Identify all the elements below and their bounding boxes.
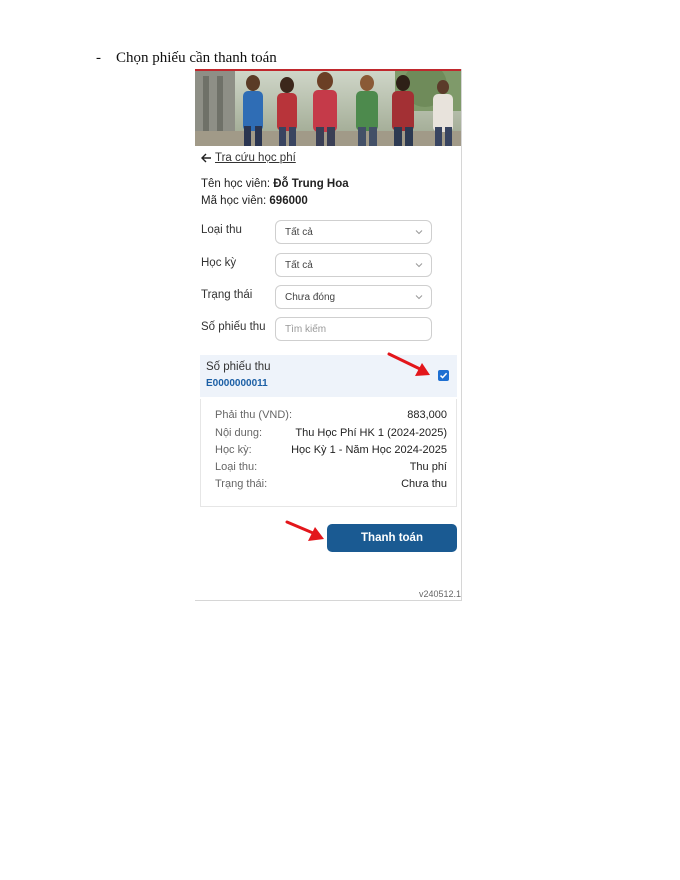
banner-photo	[195, 69, 461, 146]
receipt-header-label: Số phiếu thu	[206, 361, 271, 373]
detail-key: Nội dung:	[215, 427, 263, 439]
back-link-label: Tra cứu học phí	[215, 152, 296, 164]
red-arrow-icon	[285, 520, 324, 541]
status-select[interactable]: Chưa đóng	[275, 285, 432, 309]
status-value: Chưa đóng	[285, 292, 336, 303]
filter-label-fee-type: Loại thu	[201, 224, 242, 236]
bullet-dash: -	[96, 50, 101, 66]
bullet-text: Chọn phiếu cần thanh toán	[116, 50, 277, 66]
fee-type-value: Tất cả	[285, 227, 313, 238]
detail-value: Thu Học Phí HK 1 (2024-2025)	[295, 427, 447, 439]
app-version: v240512.1	[418, 589, 461, 599]
receipt-search-placeholder: Tìm kiếm	[285, 324, 327, 335]
chevron-down-icon	[415, 295, 423, 300]
chevron-down-icon	[415, 230, 423, 235]
fee-type-select[interactable]: Tất cả	[275, 220, 432, 244]
filter-row-semester: Học kỳ Tất cả	[201, 253, 434, 277]
phone-screenshot: Tra cứu học phí Tên học viên: Đỗ Trung H…	[195, 69, 462, 601]
student-name-label: Tên học viên:	[201, 178, 271, 190]
detail-value: Thu phí	[409, 461, 447, 473]
filter-row-status: Trạng thái Chưa đóng	[201, 285, 434, 309]
receipt-code: E0000000011	[206, 378, 268, 389]
detail-key: Phải thu (VND):	[215, 409, 293, 421]
student-id-label: Mã học viên:	[201, 195, 267, 207]
red-arrow-icon	[387, 352, 430, 376]
semester-select[interactable]: Tất cả	[275, 253, 432, 277]
filter-label-status: Trạng thái	[201, 289, 253, 301]
filter-row-receipt-number: Số phiếu thu Tìm kiếm	[201, 317, 434, 341]
detail-key: Học kỳ:	[215, 444, 252, 456]
student-name-line: Tên học viên: Đỗ Trung Hoa	[201, 178, 349, 190]
back-link[interactable]: Tra cứu học phí	[201, 152, 296, 164]
arrow-left-icon	[201, 153, 211, 163]
student-name-value: Đỗ Trung Hoa	[273, 178, 349, 190]
receipt-select-checkbox[interactable]	[438, 370, 449, 381]
students-photo-icon	[195, 71, 461, 146]
document-bullet: - Chọn phiếu cần thanh toán	[96, 50, 277, 67]
checkmark-icon	[439, 372, 448, 379]
filter-label-semester: Học kỳ	[201, 257, 237, 269]
detail-value: Học Kỳ 1 - Năm Học 2024-2025	[291, 444, 447, 456]
filter-label-receipt-number: Số phiếu thu	[201, 321, 266, 333]
detail-key: Trạng thái:	[215, 478, 268, 490]
detail-key: Loại thu:	[215, 461, 258, 473]
filter-row-fee-type: Loại thu Tất cả	[201, 220, 434, 244]
student-id-value: 696000	[269, 195, 308, 207]
receipt-details: Phải thu (VND): 883,000 Nội dung: Thu Họ…	[200, 399, 457, 507]
chevron-down-icon	[415, 263, 423, 268]
detail-value: 883,000	[407, 409, 447, 421]
student-id-line: Mã học viên: 696000	[201, 195, 308, 207]
receipt-search-input[interactable]: Tìm kiếm	[275, 317, 432, 341]
pay-button[interactable]: Thanh toán	[327, 524, 457, 552]
detail-value: Chưa thu	[401, 478, 447, 490]
semester-value: Tất cả	[285, 260, 313, 271]
